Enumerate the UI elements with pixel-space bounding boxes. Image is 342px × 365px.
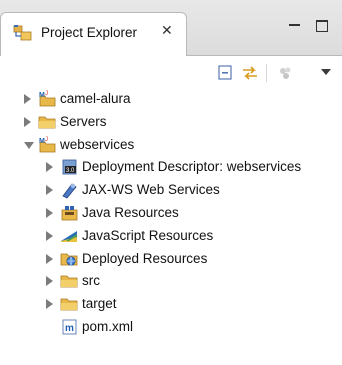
chevron-right-icon[interactable] xyxy=(46,185,53,196)
chevron-right-icon[interactable] xyxy=(24,116,31,127)
deployed-resources-icon xyxy=(60,250,79,268)
tree-item-pom-xml[interactable]: m pom.xml xyxy=(0,316,342,338)
tree-item-src[interactable]: src xyxy=(0,270,342,292)
folder-icon xyxy=(38,113,57,131)
tree-item-deployed-resources[interactable]: Deployed Resources xyxy=(0,248,342,270)
tree-item-label: src xyxy=(82,273,100,289)
view-menu-icon[interactable] xyxy=(318,64,338,82)
project-explorer-icon xyxy=(13,24,33,42)
chevron-right-icon[interactable] xyxy=(46,208,53,218)
svg-text:J: J xyxy=(45,137,48,143)
chevron-right-icon[interactable] xyxy=(46,299,53,310)
svg-text:m: m xyxy=(65,323,74,334)
tree-item-jax-ws-web-services[interactable]: JAX-WS Web Services xyxy=(0,179,342,201)
svg-text:J: J xyxy=(45,91,48,97)
tree-item-label: Deployed Resources xyxy=(82,250,208,266)
view-toolbar xyxy=(0,60,342,86)
toolbar-separator xyxy=(266,64,267,82)
tree-item-camel-alura[interactable]: M Jcamel-alura xyxy=(0,88,342,110)
project-explorer-view: Project Explorer ✕ M J camel-alura Serve… xyxy=(0,0,342,365)
tree-item-label: camel-alura xyxy=(60,91,131,106)
tree-item-servers[interactable]: Servers xyxy=(0,111,342,133)
chevron-down-icon[interactable] xyxy=(24,141,34,149)
maven-project-icon: MJ xyxy=(38,90,57,108)
chevron-right-icon[interactable] xyxy=(46,276,53,287)
tree-item-java-resources[interactable]: Java Resources xyxy=(0,202,342,224)
close-icon[interactable]: ✕ xyxy=(161,23,173,37)
link-with-editor-icon[interactable] xyxy=(240,64,260,82)
tree-item-label: Servers xyxy=(60,113,107,129)
jaxws-icon xyxy=(60,181,79,199)
tree-item-javascript-resources[interactable]: JavaScript Resources xyxy=(0,225,342,247)
tab-bar-divider xyxy=(186,55,342,56)
svg-text:3.0: 3.0 xyxy=(66,168,75,174)
tree-item-webservices[interactable]: M Jwebservices xyxy=(0,134,342,156)
collapse-all-icon[interactable] xyxy=(215,64,235,82)
tree-item-deployment-descriptor-webservices[interactable]: 3.0 Deployment Descriptor: webservices xyxy=(0,156,342,178)
tree-item-label: pom.xml xyxy=(82,319,134,334)
javascript-resources-icon xyxy=(60,227,79,245)
maven-pom-icon: m xyxy=(60,318,79,336)
folder-icon xyxy=(60,295,79,313)
deployment-descriptor-icon: 3.0 xyxy=(60,158,79,176)
tree-item-label: webservices xyxy=(60,136,135,152)
chevron-right-icon[interactable] xyxy=(46,162,53,173)
maximize-icon[interactable] xyxy=(316,20,328,32)
chevron-right-icon[interactable] xyxy=(46,230,53,241)
folder-icon xyxy=(60,272,79,290)
tree-item-target[interactable]: target xyxy=(0,293,342,315)
tree-item-label: Java Resources xyxy=(82,205,179,220)
tree-item-label: Deployment Descriptor: webservices xyxy=(82,159,302,175)
tree-item-label: JAX-WS Web Services xyxy=(82,182,220,198)
chevron-right-icon[interactable] xyxy=(24,94,31,104)
view-tab-bar: Project Explorer ✕ xyxy=(0,0,342,56)
chevron-right-icon[interactable] xyxy=(46,253,53,264)
tree-item-label: target xyxy=(82,296,117,312)
tab-project-explorer[interactable]: Project Explorer ✕ xyxy=(0,12,187,56)
filter-icon[interactable] xyxy=(276,64,296,82)
maven-project-icon: MJ xyxy=(38,136,57,154)
tree-item-label: JavaScript Resources xyxy=(82,227,214,243)
minimize-icon[interactable] xyxy=(289,20,301,32)
tab-label: Project Explorer xyxy=(41,25,138,40)
java-resources-icon xyxy=(60,204,79,222)
